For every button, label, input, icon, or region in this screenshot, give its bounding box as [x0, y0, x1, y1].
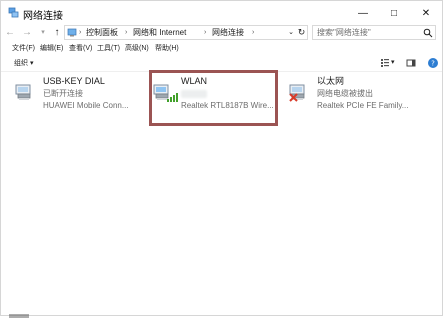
breadcrumb-control-panel[interactable]: 控制面板: [86, 27, 118, 39]
network-connections-window: 网络连接 — □ ✕ ← → ▾ ↑ › 控制面板 › 网络和 Internet…: [0, 0, 443, 318]
status-bar-fragment: [9, 314, 29, 318]
svg-text:?: ?: [431, 59, 435, 67]
search-box[interactable]: [312, 25, 436, 40]
menu-tools[interactable]: 工具(T): [97, 43, 120, 55]
breadcrumb-network-internet[interactable]: 网络和 Internet: [133, 27, 186, 39]
maximize-button[interactable]: □: [379, 1, 409, 25]
network-adapter-icon: [15, 84, 31, 100]
refresh-button[interactable]: ↻: [296, 26, 307, 39]
adapter-status: 已断开连接: [43, 89, 83, 98]
address-bar[interactable]: › 控制面板 › 网络和 Internet › 网络连接 › ⌄ ↻: [64, 25, 308, 40]
breadcrumb-network-connections[interactable]: 网络连接: [212, 27, 244, 39]
adapter-item-usb-key-dial[interactable]: USB-KEY DIAL 已断开连接 HUAWEI Mobile Conn...: [15, 72, 143, 124]
forward-button[interactable]: →: [21, 26, 33, 40]
menu-bar: 文件(F) 编辑(E) 查看(V) 工具(T) 高级(N) 帮助(H): [1, 42, 442, 56]
address-row: ← → ▾ ↑ › 控制面板 › 网络和 Internet › 网络连接 › ⌄…: [1, 25, 442, 41]
view-options-icon[interactable]: [379, 57, 391, 69]
menu-file[interactable]: 文件(F): [12, 43, 35, 55]
menu-edit[interactable]: 编辑(E): [40, 43, 63, 55]
network-connections-icon: [8, 7, 19, 18]
close-button[interactable]: ✕: [411, 1, 441, 25]
breadcrumb-separator: ›: [79, 29, 82, 36]
adapter-device: HUAWEI Mobile Conn...: [43, 101, 129, 110]
menu-help[interactable]: 帮助(H): [155, 43, 179, 55]
selection-highlight: [149, 70, 278, 126]
adapter-device: Realtek PCIe FE Family...: [317, 101, 409, 110]
control-panel-icon: [67, 28, 77, 37]
back-button[interactable]: ←: [4, 26, 16, 40]
title-bar: 网络连接 — □ ✕: [1, 1, 442, 25]
adapter-item-ethernet[interactable]: 以太网 网络电缆被拔出 Realtek PCIe FE Family...: [289, 72, 429, 124]
recent-locations-button[interactable]: ▾: [37, 26, 49, 40]
breadcrumb-separator: ›: [252, 29, 255, 36]
breadcrumb-separator: ›: [125, 29, 128, 36]
menu-view[interactable]: 查看(V): [69, 43, 92, 55]
window-title: 网络连接: [23, 11, 63, 22]
help-icon[interactable]: ?: [427, 57, 439, 69]
address-dropdown-button[interactable]: ⌄: [287, 26, 295, 39]
breadcrumb-separator: ›: [204, 29, 207, 36]
minimize-button[interactable]: —: [348, 1, 378, 25]
search-input[interactable]: [317, 27, 417, 38]
adapter-name: 以太网: [317, 76, 345, 86]
view-dropdown-icon[interactable]: ▾: [391, 57, 403, 69]
organize-button[interactable]: 组织 ▾: [14, 58, 33, 69]
up-button[interactable]: ↑: [51, 26, 63, 40]
disconnected-x-icon: [289, 93, 298, 102]
search-icon[interactable]: [423, 28, 433, 38]
menu-advanced[interactable]: 高级(N): [125, 43, 149, 55]
preview-pane-icon[interactable]: [405, 57, 417, 69]
adapter-status: 网络电缆被拔出: [317, 89, 373, 98]
adapter-name: USB-KEY DIAL: [43, 76, 105, 86]
